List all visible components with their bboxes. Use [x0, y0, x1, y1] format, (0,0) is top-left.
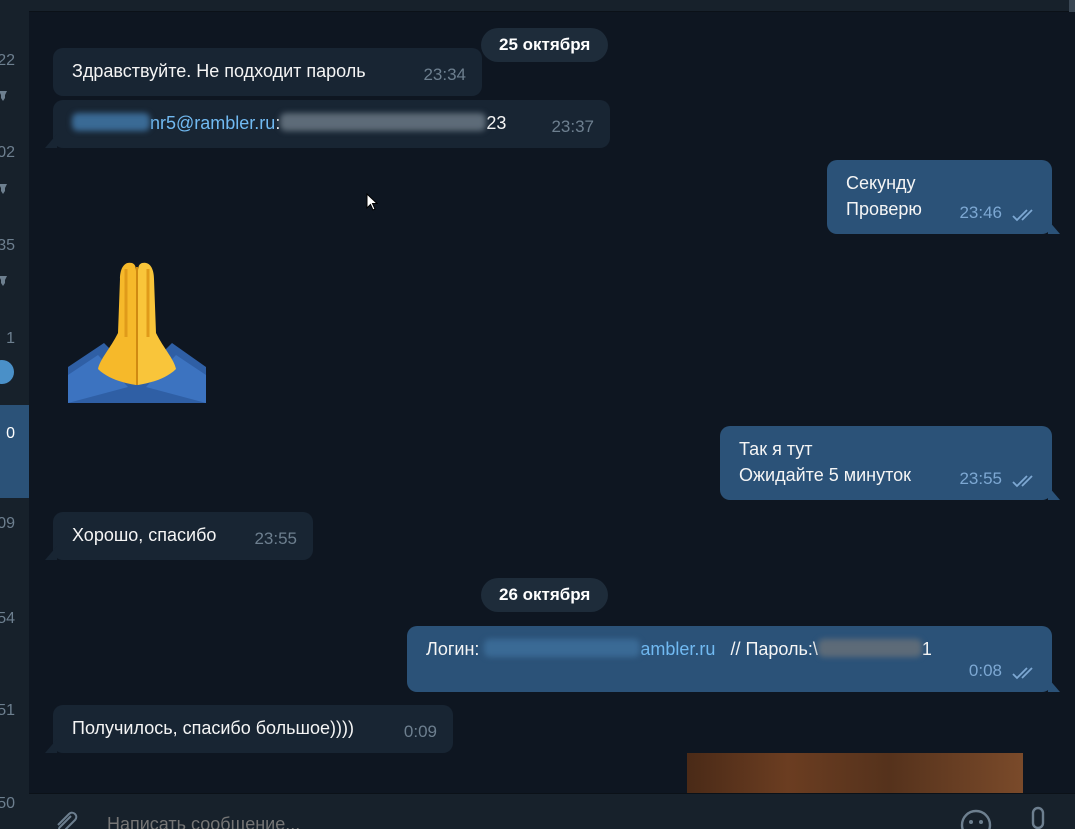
message-time: 23:55 [254, 529, 297, 548]
chat-list-sidebar[interactable]: 22 02 35 1 0 09 54 51 50 [0, 0, 29, 829]
emoji-icon[interactable] [959, 808, 993, 829]
unread-badge [0, 360, 14, 384]
incoming-message[interactable]: Получилось, спасибо большое)))) 0:09 [45, 705, 453, 753]
chat-list-time: 35 [0, 237, 15, 254]
redacted-login [484, 639, 641, 657]
message-text-line-2: Проверю [846, 199, 922, 219]
redacted-password [817, 639, 922, 657]
date-separator: 26 октября [481, 578, 609, 612]
email-link[interactable]: ambler.ru [640, 639, 715, 659]
message-text: Получилось, спасибо большое)))) [72, 718, 354, 738]
chat-list-time: 51 [0, 702, 15, 719]
password-label: // Пароль:\ [715, 639, 818, 659]
message-input[interactable] [107, 814, 707, 829]
message-text-line-1: Секунду [846, 173, 916, 193]
message-text-line-2: Ожидайте 5 минуток [739, 465, 912, 485]
message-time: 23:46 [959, 203, 1002, 222]
incoming-message[interactable]: Здравствуйте. Не подходит пароль 23:34 [53, 48, 482, 96]
praying-hands-sticker[interactable] [68, 257, 206, 403]
mic-icon[interactable] [1027, 806, 1049, 829]
login-label: Логин: [426, 639, 485, 659]
email-link[interactable]: nr5@rambler.ru [150, 113, 275, 133]
password-suffix: 1 [921, 639, 932, 659]
cursor-icon [366, 193, 378, 211]
redacted-email-part [72, 113, 150, 131]
message-time: 23:55 [959, 469, 1002, 488]
chat-list-time: 22 [0, 52, 15, 69]
password-suffix: 23 [486, 113, 507, 133]
bubble-tail [45, 739, 57, 753]
message-time: 23:34 [423, 65, 466, 84]
double-check-icon [1012, 475, 1033, 488]
message-time: 0:08 [968, 661, 1002, 680]
double-check-icon [1012, 667, 1033, 680]
date-separator: 25 октября [481, 28, 609, 62]
bubble-tail [45, 134, 57, 148]
bubble-tail [1048, 220, 1060, 234]
pin-icon [0, 276, 7, 286]
login-line: Логин: ambler.ru // Пароль:\ 1 [426, 636, 932, 662]
message-text: Здравствуйте. Не подходит пароль [72, 61, 366, 81]
bubble-tail [1048, 678, 1060, 692]
telegram-chat-window: 22 02 35 1 0 09 54 51 50 25 октября Здра… [0, 0, 1075, 829]
attach-icon[interactable] [51, 808, 81, 829]
double-check-icon [1012, 209, 1033, 222]
chat-list-time: 50 [0, 795, 15, 812]
chat-list-time: 09 [0, 515, 15, 532]
message-area[interactable]: 25 октября Здравствуйте. Не подходит пар… [29, 12, 1075, 793]
credentials-text: nr5@rambler.ru: 23 [72, 110, 506, 136]
bubble-tail [1048, 486, 1060, 500]
message-text-line-1: Так я тут [739, 439, 813, 459]
chat-list-item-active[interactable]: 0 [0, 405, 29, 498]
scrollbar[interactable] [1069, 0, 1075, 12]
message-text: Хорошо, спасибо [72, 525, 217, 545]
message-composer [29, 793, 1075, 829]
message-time: 23:37 [551, 117, 594, 136]
pin-icon [0, 184, 7, 194]
outgoing-message[interactable]: Логин: ambler.ru // Пароль:\ 1 0:08 [407, 626, 1060, 692]
incoming-message[interactable]: Хорошо, спасибо 23:55 [45, 512, 313, 560]
pin-icon [0, 91, 7, 101]
chat-list-time: 54 [0, 610, 15, 627]
photo-message[interactable] [687, 753, 1023, 793]
bubble-tail [45, 546, 57, 560]
chat-header [29, 0, 1075, 12]
message-time: 0:09 [403, 722, 437, 741]
incoming-message[interactable]: nr5@rambler.ru: 23 23:37 [45, 100, 610, 148]
redacted-password [280, 113, 487, 131]
outgoing-message[interactable]: Так я тут Ожидайте 5 минуток 23:55 [720, 426, 1060, 500]
outgoing-message[interactable]: Секунду Проверю 23:46 [827, 160, 1060, 234]
chat-list-time: 0 [6, 425, 15, 442]
chat-list-time: 1 [6, 330, 15, 347]
chat-list-time: 02 [0, 144, 15, 161]
